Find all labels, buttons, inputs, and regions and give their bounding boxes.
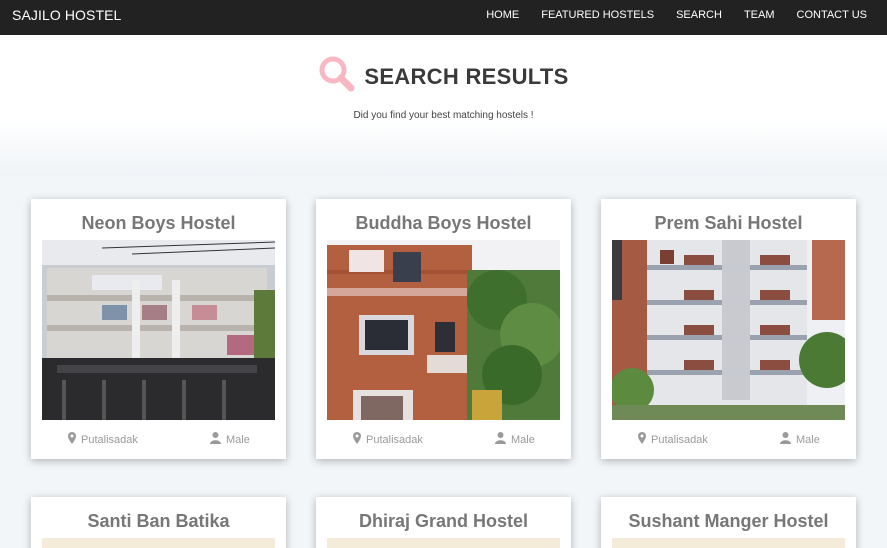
hostel-name[interactable]: Neon Boys Hostel	[31, 213, 286, 234]
hostel-name[interactable]: Santi Ban Batika	[31, 511, 286, 532]
hostel-photo[interactable]	[327, 240, 560, 420]
hostel-meta: Putalisadak Male	[316, 432, 571, 452]
hostel-name[interactable]: Sushant Manger Hostel	[601, 511, 856, 532]
user-icon	[780, 432, 791, 447]
hero-section: SEARCH RESULTS Did you find your best ma…	[0, 35, 887, 176]
page-title: SEARCH RESULTS	[364, 63, 569, 89]
nav-team[interactable]: TEAM	[744, 0, 775, 31]
hostel-photo[interactable]	[612, 538, 845, 548]
hostel-name[interactable]: Buddha Boys Hostel	[316, 213, 571, 234]
user-icon	[210, 432, 221, 447]
hostel-location: Putalisadak	[651, 433, 708, 446]
hostel-meta: Putalisadak Male	[31, 432, 286, 452]
user-icon	[495, 432, 506, 447]
hostel-gender: Male	[511, 433, 535, 446]
brand-link[interactable]: SAJILO HOSTEL	[12, 0, 121, 31]
hostel-gender: Male	[226, 433, 250, 446]
hostel-photo[interactable]	[42, 240, 275, 420]
hostel-photo[interactable]	[327, 538, 560, 548]
nav-contact-us[interactable]: CONTACT US	[797, 0, 868, 31]
nav-home[interactable]: HOME	[486, 0, 519, 31]
hostel-photo[interactable]	[612, 240, 845, 420]
hostel-location: Putalisadak	[81, 433, 138, 446]
hostel-meta: Putalisadak Male	[601, 432, 856, 452]
map-marker-icon	[68, 432, 76, 447]
nav-links: HOME FEATURED HOSTELS SEARCH TEAM CONTAC…	[464, 0, 867, 31]
nav-search[interactable]: SEARCH	[676, 0, 722, 31]
nav-featured-hostels[interactable]: FEATURED HOSTELS	[541, 0, 654, 31]
hostel-name[interactable]: Dhiraj Grand Hostel	[316, 511, 571, 532]
navbar: SAJILO HOSTEL HOME FEATURED HOSTELS SEAR…	[0, 0, 887, 35]
page-subtitle: Did you find your best matching hostels …	[353, 110, 534, 121]
hostel-card[interactable]: Dhiraj Grand Hostel	[316, 497, 571, 548]
hostel-card[interactable]: Santi Ban Batika	[31, 497, 286, 548]
hostel-location: Putalisadak	[366, 433, 423, 446]
hostel-card[interactable]: Neon Boys Hostel Putalisadak Male	[31, 199, 286, 459]
hostel-card[interactable]: Sushant Manger Hostel	[601, 497, 856, 548]
search-icon	[318, 55, 364, 98]
hostel-card[interactable]: Prem Sahi Hostel Putalisadak Male	[601, 199, 856, 459]
map-marker-icon	[353, 432, 361, 447]
hostel-gender: Male	[796, 433, 820, 446]
hostel-card[interactable]: Buddha Boys Hostel Putalisadak Male	[316, 199, 571, 459]
hostel-photo[interactable]	[42, 538, 275, 548]
map-marker-icon	[638, 432, 646, 447]
hostel-name[interactable]: Prem Sahi Hostel	[601, 213, 856, 234]
